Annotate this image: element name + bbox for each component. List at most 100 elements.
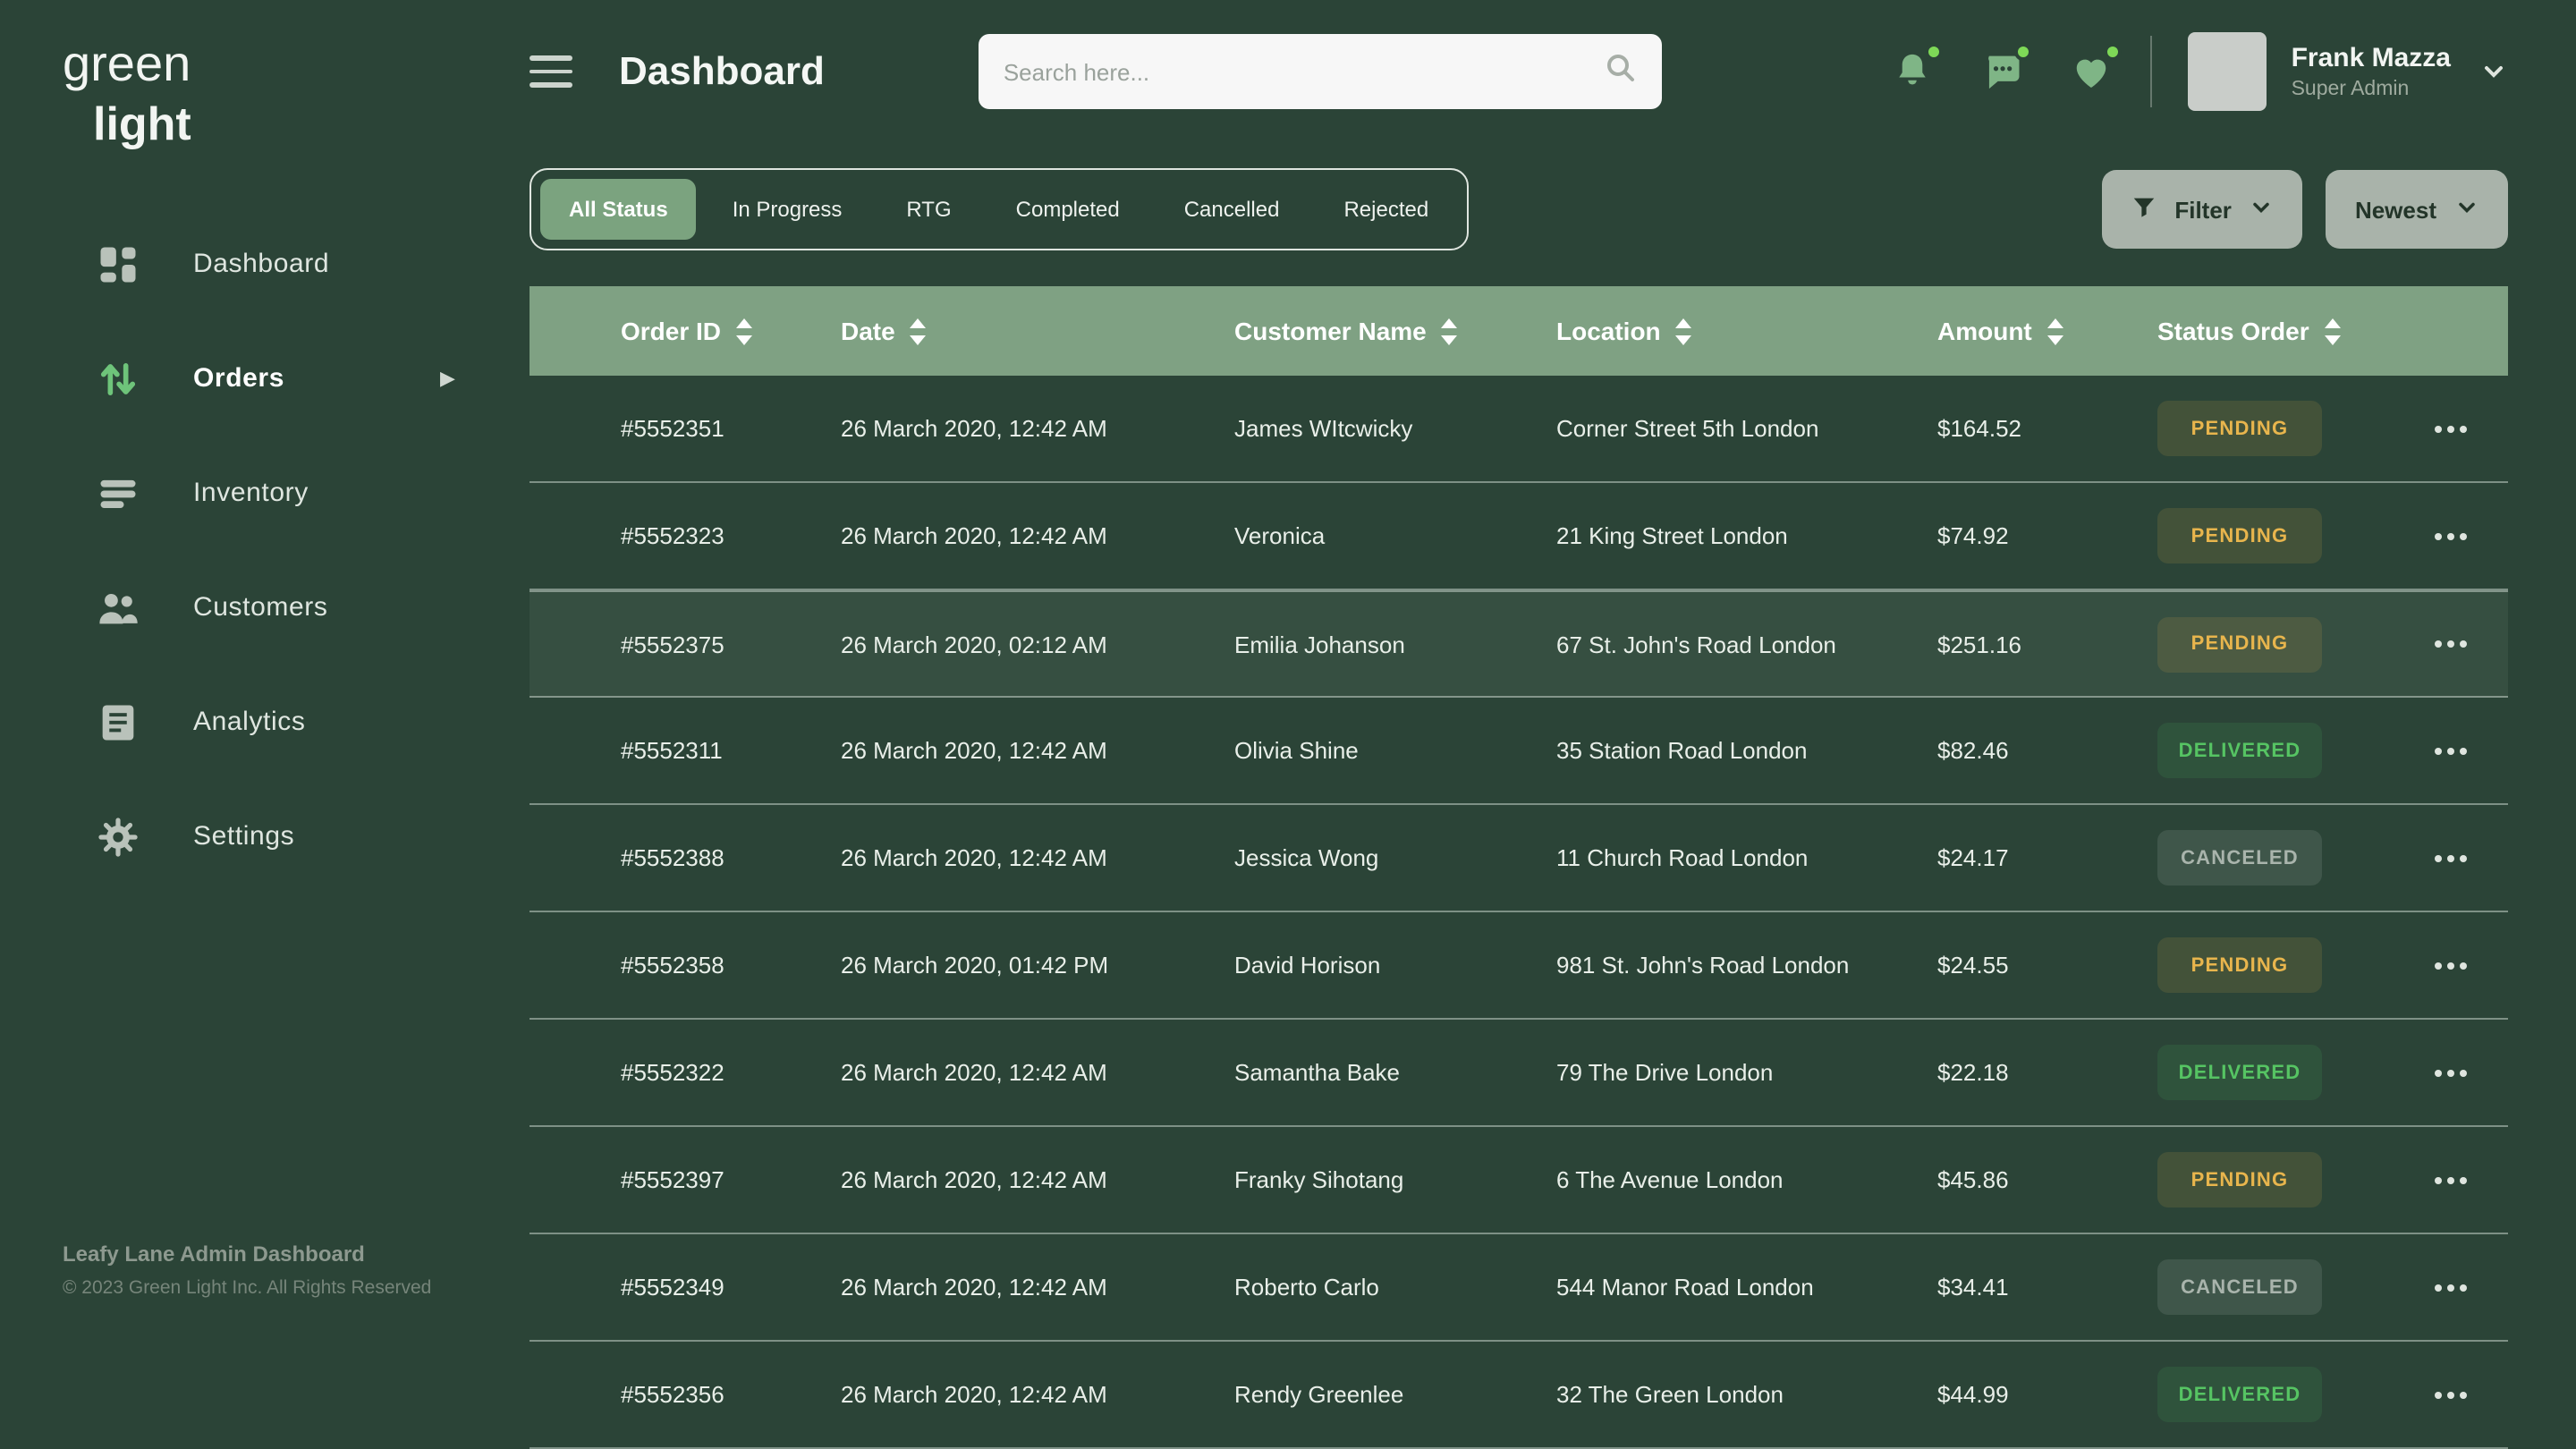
column-header-amount[interactable]: Amount: [1937, 317, 2157, 345]
status-badge: DELIVERED: [2157, 1367, 2322, 1422]
sidebar-item-inventory[interactable]: Inventory: [63, 436, 501, 550]
table-header-row: Order ID Date Customer Name Location Amo…: [530, 286, 2508, 376]
sort-icon: [735, 318, 753, 344]
order-id: #5552311: [621, 737, 841, 764]
table-row[interactable]: #5552322 26 March 2020, 12:42 AM Samanth…: [530, 1020, 2508, 1127]
order-id: #5552397: [621, 1166, 841, 1193]
order-id: #5552322: [621, 1059, 841, 1086]
order-date: 26 March 2020, 12:42 AM: [841, 844, 1234, 871]
sidebar-footer: Leafy Lane Admin Dashboard © 2023 Green …: [63, 1241, 431, 1299]
order-id: #5552358: [621, 952, 841, 979]
column-header-date[interactable]: Date: [841, 317, 1234, 345]
orders-table: Order ID Date Customer Name Location Amo…: [530, 286, 2508, 1449]
bell-icon[interactable]: [1889, 48, 1936, 95]
row-actions-button[interactable]: [2431, 736, 2508, 765]
table-row[interactable]: #5552351 26 March 2020, 12:42 AM James W…: [530, 376, 2508, 483]
table-row[interactable]: #5552349 26 March 2020, 12:42 AM Roberto…: [530, 1234, 2508, 1342]
location: 544 Manor Road London: [1556, 1274, 1937, 1301]
notification-dot: [1925, 43, 1943, 61]
column-header-customer[interactable]: Customer Name: [1234, 317, 1556, 345]
order-date: 26 March 2020, 12:42 AM: [841, 1381, 1234, 1408]
row-actions-button[interactable]: [2431, 1165, 2508, 1194]
row-actions-button[interactable]: [2431, 630, 2508, 658]
sort-button[interactable]: Newest: [2326, 170, 2508, 249]
row-actions-button[interactable]: [2431, 951, 2508, 979]
analytics-icon: [95, 699, 141, 745]
amount: $164.52: [1937, 415, 2157, 442]
row-actions-button[interactable]: [2431, 521, 2508, 550]
sidebar-item-customers[interactable]: Customers: [63, 550, 501, 665]
row-actions-button[interactable]: [2431, 1273, 2508, 1301]
tab-rtg[interactable]: RTG: [877, 179, 979, 240]
filter-button[interactable]: Filter: [2101, 170, 2303, 249]
row-actions-button[interactable]: [2431, 414, 2508, 443]
row-actions-button[interactable]: [2431, 1058, 2508, 1087]
sort-icon: [910, 318, 928, 344]
notification-area: [1889, 48, 2114, 95]
search-icon[interactable]: [1605, 51, 1637, 92]
customer-name: James WItcwicky: [1234, 415, 1556, 442]
customer-name: Jessica Wong: [1234, 844, 1556, 871]
heart-icon[interactable]: [2068, 48, 2114, 95]
sidebar: green light Dashboard: [0, 0, 501, 1449]
customer-name: Franky Sihotang: [1234, 1166, 1556, 1193]
table-row[interactable]: #5552323 26 March 2020, 12:42 AM Veronic…: [530, 483, 2508, 590]
table-row[interactable]: #5552356 26 March 2020, 12:42 AM Rendy G…: [530, 1342, 2508, 1449]
tab-rejected[interactable]: Rejected: [1315, 179, 1457, 240]
search-input[interactable]: [1004, 58, 1605, 85]
column-header-status[interactable]: Status Order: [2157, 317, 2431, 345]
status-tabs: All Status In Progress RTG Completed Can…: [530, 168, 1468, 250]
chevron-right-icon: ▶: [440, 367, 455, 390]
user-menu[interactable]: Frank Mazza Super Admin: [2188, 32, 2508, 111]
tab-cancelled[interactable]: Cancelled: [1156, 179, 1309, 240]
amount: $24.17: [1937, 844, 2157, 871]
user-role: Super Admin: [2292, 79, 2451, 100]
user-info: Frank Mazza Super Admin: [2292, 43, 2451, 100]
sidebar-item-label: Settings: [193, 821, 294, 852]
tab-in-progress[interactable]: In Progress: [704, 179, 871, 240]
order-id: #5552388: [621, 844, 841, 871]
brand-logo: green light: [63, 32, 501, 153]
table-row[interactable]: #5552388 26 March 2020, 12:42 AM Jessica…: [530, 805, 2508, 912]
tab-all-status[interactable]: All Status: [540, 179, 697, 240]
search-bar: [979, 34, 1662, 109]
tab-completed[interactable]: Completed: [987, 179, 1148, 240]
customer-name: Samantha Bake: [1234, 1059, 1556, 1086]
amount: $22.18: [1937, 1059, 2157, 1086]
inventory-icon: [95, 470, 141, 516]
table-row[interactable]: #5552397 26 March 2020, 12:42 AM Franky …: [530, 1127, 2508, 1234]
sidebar-item-orders[interactable]: Orders ▶: [63, 321, 501, 436]
status-badge: PENDING: [2157, 616, 2322, 672]
sort-icon: [1441, 318, 1459, 344]
chevron-down-icon: [2454, 194, 2479, 225]
sidebar-item-label: Inventory: [193, 478, 309, 508]
location: 35 Station Road London: [1556, 737, 1937, 764]
sidebar-item-analytics[interactable]: Analytics: [63, 665, 501, 779]
customers-icon: [95, 584, 141, 631]
table-row[interactable]: #5552375 26 March 2020, 02:12 AM Emilia …: [530, 590, 2508, 698]
main-content: Dashboard: [501, 0, 2576, 1449]
menu-toggle-button[interactable]: [530, 55, 572, 88]
sidebar-nav: Dashboard Orders ▶: [63, 207, 501, 894]
table-row[interactable]: #5552358 26 March 2020, 01:42 PM David H…: [530, 912, 2508, 1020]
column-header-location[interactable]: Location: [1556, 317, 1937, 345]
status-badge: PENDING: [2157, 508, 2322, 564]
location: 6 The Avenue London: [1556, 1166, 1937, 1193]
location: 21 King Street London: [1556, 522, 1937, 549]
amount: $251.16: [1937, 631, 2157, 657]
sidebar-item-label: Orders: [193, 363, 284, 394]
row-actions-button[interactable]: [2431, 1380, 2508, 1409]
sidebar-item-settings[interactable]: Settings: [63, 779, 501, 894]
customer-name: Veronica: [1234, 522, 1556, 549]
table-row[interactable]: #5552311 26 March 2020, 12:42 AM Olivia …: [530, 698, 2508, 805]
brand-logo-line2: light: [93, 97, 501, 153]
column-header-order-id[interactable]: Order ID: [621, 317, 841, 345]
customer-name: David Horison: [1234, 952, 1556, 979]
notification-dot: [2104, 43, 2122, 61]
sidebar-item-dashboard[interactable]: Dashboard: [63, 207, 501, 321]
chat-icon[interactable]: [1979, 48, 2025, 95]
status-badge: CANCELED: [2157, 1259, 2322, 1315]
settings-icon: [95, 813, 141, 860]
row-actions-button[interactable]: [2431, 843, 2508, 872]
order-id: #5552375: [621, 631, 841, 657]
